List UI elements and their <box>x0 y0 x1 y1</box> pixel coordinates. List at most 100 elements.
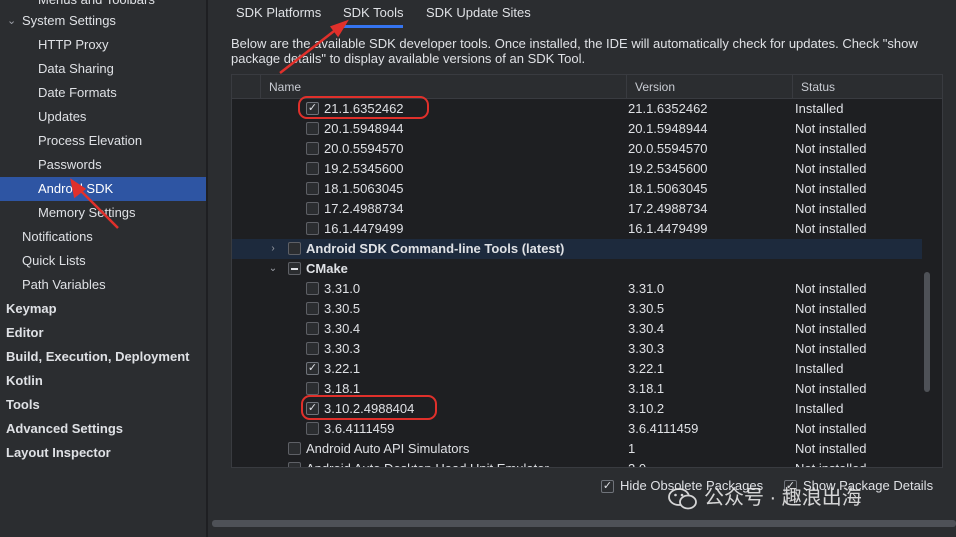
row-status: Not installed <box>795 221 867 236</box>
column-header-status[interactable]: Status <box>792 75 922 99</box>
sidebar-item-label: Memory Settings <box>38 205 136 220</box>
sidebar-item-date-formats[interactable]: Date Formats <box>0 81 206 105</box>
sidebar-item-android-sdk[interactable]: Android SDK <box>0 177 206 201</box>
chevron-right-icon[interactable]: › <box>268 239 278 259</box>
table-row[interactable]: 19.2.5345600 19.2.5345600 Not installed <box>232 159 922 179</box>
horizontal-scrollbar[interactable] <box>212 520 956 527</box>
row-version: 17.2.4988734 <box>628 201 708 216</box>
table-row[interactable]: 3.6.4111459 3.6.4111459 Not installed <box>232 419 922 439</box>
tab-sdk-update-sites[interactable]: SDK Update Sites <box>426 4 531 28</box>
row-status: Not installed <box>795 121 867 136</box>
row-checkbox[interactable] <box>306 142 319 155</box>
row-checkbox[interactable] <box>306 162 319 175</box>
sidebar-item-memory-settings[interactable]: Memory Settings <box>0 201 206 225</box>
row-status: Installed <box>795 401 844 416</box>
row-checkbox[interactable] <box>306 182 319 195</box>
table-row[interactable]: ✓ 3.22.1 3.22.1 Installed <box>232 359 922 379</box>
sidebar-item-label: Kotlin <box>6 373 43 388</box>
table-row[interactable]: 18.1.5063045 18.1.5063045 Not installed <box>232 179 922 199</box>
sidebar-item-layout-inspector[interactable]: Layout Inspector <box>0 441 206 465</box>
row-version: 20.1.5948944 <box>628 121 708 136</box>
table-row[interactable]: 17.2.4988734 17.2.4988734 Not installed <box>232 199 922 219</box>
row-version: 19.2.5345600 <box>628 161 708 176</box>
sidebar-item-label: Updates <box>38 109 87 124</box>
row-checkbox[interactable] <box>306 302 319 315</box>
row-checkbox[interactable] <box>306 202 319 215</box>
row-name: 18.1.5063045 <box>324 181 404 196</box>
row-checkbox[interactable]: ✓ <box>306 362 319 375</box>
row-status: Not installed <box>795 459 867 467</box>
sidebar-item-tools[interactable]: Tools <box>0 393 206 417</box>
tab-sdk-tools[interactable]: SDK Tools <box>343 4 404 28</box>
sidebar-item-build-execution-deployment[interactable]: Build, Execution, Deployment <box>0 345 206 369</box>
row-status: Not installed <box>795 341 867 356</box>
wechat-icon <box>668 487 697 510</box>
sidebar-item-kotlin[interactable]: Kotlin <box>0 369 206 393</box>
row-version: 21.1.6352462 <box>628 101 708 116</box>
sidebar-item-passwords[interactable]: Passwords <box>0 153 206 177</box>
chevron-down-icon[interactable]: ⌄ <box>7 9 16 33</box>
table-group-row[interactable]: ⌄ CMake <box>232 259 922 279</box>
table-row[interactable]: 20.0.5594570 20.0.5594570 Not installed <box>232 139 922 159</box>
row-checkbox[interactable] <box>306 422 319 435</box>
sidebar-item-label: Data Sharing <box>38 61 114 76</box>
sidebar-item-label: Keymap <box>6 301 57 316</box>
row-name: 16.1.4479499 <box>324 221 404 236</box>
sidebar-item-keymap[interactable]: Keymap <box>0 297 206 321</box>
sidebar-item-path-variables[interactable]: Path Variables <box>0 273 206 297</box>
row-version: 18.1.5063045 <box>628 181 708 196</box>
row-name: 20.0.5594570 <box>324 141 404 156</box>
sidebar-item-process-elevation[interactable]: Process Elevation <box>0 129 206 153</box>
row-checkbox[interactable] <box>306 382 319 395</box>
sidebar-item-notifications[interactable]: Notifications <box>0 225 206 249</box>
row-checkbox[interactable] <box>288 462 301 467</box>
table-row[interactable]: 3.30.3 3.30.3 Not installed <box>232 339 922 359</box>
row-checkbox[interactable] <box>306 122 319 135</box>
sidebar-item-updates[interactable]: Updates <box>0 105 206 129</box>
chevron-down-icon[interactable]: ⌄ <box>268 259 278 279</box>
sidebar-item-advanced-settings[interactable]: Advanced Settings <box>0 417 206 441</box>
row-checkbox[interactable] <box>306 222 319 235</box>
table-vertical-scrollbar[interactable] <box>924 272 930 392</box>
row-version: 3.30.5 <box>628 301 665 316</box>
table-group-row[interactable]: › Android SDK Command-line Tools (latest) <box>232 239 922 259</box>
row-status: Not installed <box>795 301 867 316</box>
row-checkbox[interactable] <box>306 322 319 335</box>
row-name: 20.1.5948944 <box>324 121 404 136</box>
sidebar-item-label: Android SDK <box>38 181 114 196</box>
sidebar-item-label: Editor <box>6 325 44 340</box>
tab-sdk-platforms[interactable]: SDK Platforms <box>236 4 321 28</box>
row-version: 3.6.4111459 <box>628 421 699 436</box>
sidebar-item-http-proxy[interactable]: HTTP Proxy <box>0 33 206 57</box>
row-checkbox[interactable] <box>288 242 301 255</box>
row-checkbox[interactable] <box>306 282 319 295</box>
row-name: Android SDK Command-line Tools (latest) <box>306 241 565 256</box>
row-version: 3.22.1 <box>628 361 665 376</box>
sidebar-item-system-settings[interactable]: ⌄ System Settings <box>0 9 206 33</box>
table-row[interactable]: 3.30.5 3.30.5 Not installed <box>232 299 922 319</box>
row-status: Not installed <box>795 181 867 196</box>
table-row[interactable]: 3.30.4 3.30.4 Not installed <box>232 319 922 339</box>
table-row[interactable]: Android Auto Desktop Head Unit Emulator 2… <box>232 459 922 467</box>
row-name: 19.2.5345600 <box>324 161 404 176</box>
sidebar-item-quick-lists[interactable]: Quick Lists <box>0 249 206 273</box>
column-header-version[interactable]: Version <box>626 75 792 99</box>
row-checkbox[interactable] <box>288 442 301 455</box>
table-row[interactable]: 16.1.4479499 16.1.4479499 Not installed <box>232 219 922 239</box>
row-status: Not installed <box>795 141 867 156</box>
table-row[interactable]: 3.31.0 3.31.0 Not installed <box>232 279 922 299</box>
row-checkbox[interactable] <box>306 342 319 355</box>
sidebar-item-data-sharing[interactable]: Data Sharing <box>0 57 206 81</box>
row-status: Installed <box>795 361 844 376</box>
table-row[interactable]: 20.1.5948944 20.1.5948944 Not installed <box>232 119 922 139</box>
row-version: 16.1.4479499 <box>628 221 708 236</box>
row-name: 17.2.4988734 <box>324 201 404 216</box>
sidebar-item-label: Layout Inspector <box>6 445 111 460</box>
row-name: 3.30.3 <box>324 341 361 356</box>
row-checkbox[interactable] <box>288 262 301 275</box>
watermark: 公众号 · 趣浪出海 <box>668 476 938 520</box>
row-status: Not installed <box>795 421 867 436</box>
sidebar-item-editor[interactable]: Editor <box>0 321 206 345</box>
checkbox-icon: ✓ <box>601 480 614 494</box>
table-row[interactable]: Android Auto API Simulators 1 Not installe… <box>232 439 922 459</box>
